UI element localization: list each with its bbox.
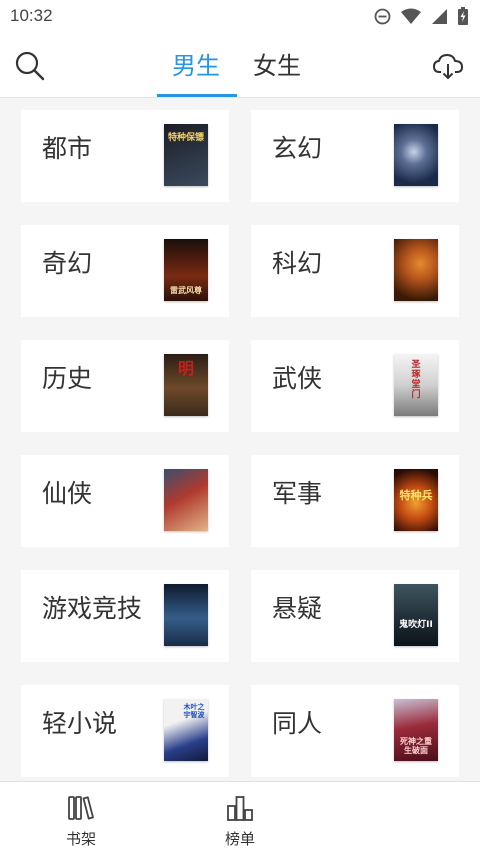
cover-title: 特种兵	[399, 489, 433, 502]
category-card-gaming[interactable]: 游戏竞技	[21, 570, 229, 662]
category-label: 轻小说	[42, 709, 118, 738]
book-cover-image: 特种兵	[394, 469, 438, 531]
category-card-urban[interactable]: 都市 特种保镖	[21, 110, 229, 202]
nav-label: 书架	[65, 830, 96, 848]
category-label: 游戏竞技	[42, 594, 143, 623]
search-button[interactable]	[12, 48, 48, 84]
battery-charging-icon	[458, 7, 468, 25]
category-card-fan-fiction[interactable]: 同人 死神之重生破面	[251, 685, 459, 777]
category-label: 武侠	[272, 364, 323, 393]
wifi-icon	[401, 8, 421, 24]
search-icon	[15, 51, 45, 81]
category-label: 军事	[272, 479, 323, 508]
book-cover-image: 鬼吹灯ⅠⅠ	[394, 584, 438, 646]
status-icons	[374, 7, 468, 25]
cellular-signal-icon	[432, 8, 447, 24]
category-label: 都市	[42, 134, 93, 163]
do-not-disturb-icon	[374, 8, 391, 24]
book-cover-image: 雷武风尊	[164, 239, 208, 301]
category-label: 奇幻	[42, 249, 93, 278]
ranking-chart-icon	[227, 796, 253, 821]
nav-ranking[interactable]: 榜单	[200, 782, 280, 853]
bookshelf-icon	[68, 796, 94, 820]
book-cover-image: 死神之重生破面	[394, 699, 438, 761]
book-cover-image: 特种保镖	[164, 124, 208, 186]
category-card-fantasy[interactable]: 奇幻 雷武风尊	[21, 225, 229, 317]
book-cover-image: 圣琢堂门	[394, 354, 438, 416]
active-tab-indicator	[157, 94, 237, 97]
cover-title: 死神之重生破面	[400, 737, 432, 755]
cover-title: 特种保镖	[167, 133, 204, 143]
category-card-xianxia[interactable]: 仙侠	[21, 455, 229, 547]
download-button[interactable]	[430, 48, 466, 84]
cloud-download-icon	[433, 54, 463, 80]
top-app-bar: 男生 女生	[0, 34, 480, 98]
category-grid: 都市 特种保镖 玄幻 奇幻 雷武风尊 科幻 历史 明 武侠 圣琢堂门 仙侠 军事…	[0, 99, 480, 781]
book-cover-image: 木叶之宇智波	[164, 699, 208, 761]
tab-male[interactable]: 男生	[172, 48, 220, 84]
category-card-suspense[interactable]: 悬疑 鬼吹灯ⅠⅠ	[251, 570, 459, 662]
cover-title: 雷武风尊	[170, 286, 202, 295]
book-cover-image	[164, 584, 208, 646]
cover-title: 木叶之宇智波	[183, 703, 205, 719]
category-label: 同人	[272, 709, 323, 738]
tab-female[interactable]: 女生	[253, 48, 301, 84]
category-label: 玄幻	[272, 134, 323, 163]
category-card-military[interactable]: 军事 特种兵	[251, 455, 459, 547]
nav-label: 榜单	[224, 830, 255, 848]
book-cover-image	[164, 469, 208, 531]
bottom-navigation: 书架 榜单	[0, 781, 480, 853]
category-label: 仙侠	[42, 479, 93, 508]
cover-title: 明	[177, 359, 194, 378]
category-label: 悬疑	[272, 594, 323, 623]
book-cover-image: 明	[164, 354, 208, 416]
category-label: 科幻	[272, 249, 323, 278]
book-cover-image	[394, 239, 438, 301]
category-card-xuanhuan[interactable]: 玄幻	[251, 110, 459, 202]
nav-bookshelf[interactable]: 书架	[41, 782, 121, 853]
book-cover-image	[394, 124, 438, 186]
category-card-scifi[interactable]: 科幻	[251, 225, 459, 317]
category-card-history[interactable]: 历史 明	[21, 340, 229, 432]
cover-title: 圣琢堂门	[411, 360, 421, 400]
category-card-light-novel[interactable]: 轻小说 木叶之宇智波	[21, 685, 229, 777]
status-bar: 10:32	[0, 0, 480, 34]
cover-title: 鬼吹灯ⅠⅠ	[399, 620, 433, 630]
category-label: 历史	[42, 364, 93, 393]
category-card-wuxia[interactable]: 武侠 圣琢堂门	[251, 340, 459, 432]
status-time: 10:32	[10, 6, 53, 25]
